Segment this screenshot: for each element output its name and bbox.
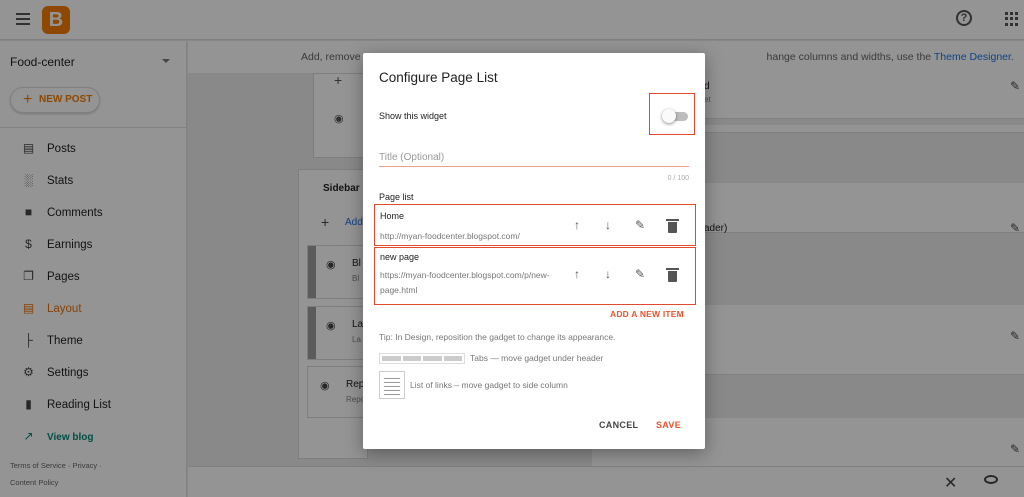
add-new-item-button[interactable]: ADD A NEW ITEM [610,309,684,319]
page-name: Home [380,211,405,221]
char-counter: 0 / 100 [667,175,689,182]
dialog-title: Configure Page List [379,70,498,85]
delete-icon[interactable] [666,219,679,233]
toggle-knob[interactable] [662,109,676,123]
configure-page-list-dialog: Configure Page List Show this widget 0 /… [363,53,705,449]
edit-icon[interactable]: ✎ [633,218,647,232]
links-hint: List of links – move gadget to side colu… [410,380,568,390]
page-url: https://myan-foodcenter.blogspot.com/p/n… [380,270,550,295]
title-input[interactable] [379,149,689,167]
page-list-item[interactable]: Home http://myan-foodcenter.blogspot.com… [374,204,696,246]
edit-icon[interactable]: ✎ [633,267,647,281]
design-tip: Tip: In Design, reposition the gadget to… [379,332,616,342]
arrow-up-icon[interactable]: ↑ [570,218,584,232]
tabs-preview-icon [379,353,465,364]
page-url: http://myan-foodcenter.blogspot.com/ [380,231,520,241]
show-widget-label: Show this widget [379,111,447,121]
arrow-down-icon[interactable]: ↓ [601,218,615,232]
delete-icon[interactable] [666,268,679,282]
page-list-item[interactable]: new page https://myan-foodcenter.blogspo… [374,247,696,305]
page-name: new page [380,252,420,262]
list-of-links-preview-icon [379,371,405,399]
cancel-button[interactable]: CANCEL [599,420,638,430]
save-button[interactable]: SAVE [656,420,681,430]
arrow-up-icon[interactable]: ↑ [570,267,584,281]
arrow-down-icon[interactable]: ↓ [601,267,615,281]
tabs-hint: Tabs — move gadget under header [470,353,604,363]
page-list-label: Page list [379,192,414,202]
